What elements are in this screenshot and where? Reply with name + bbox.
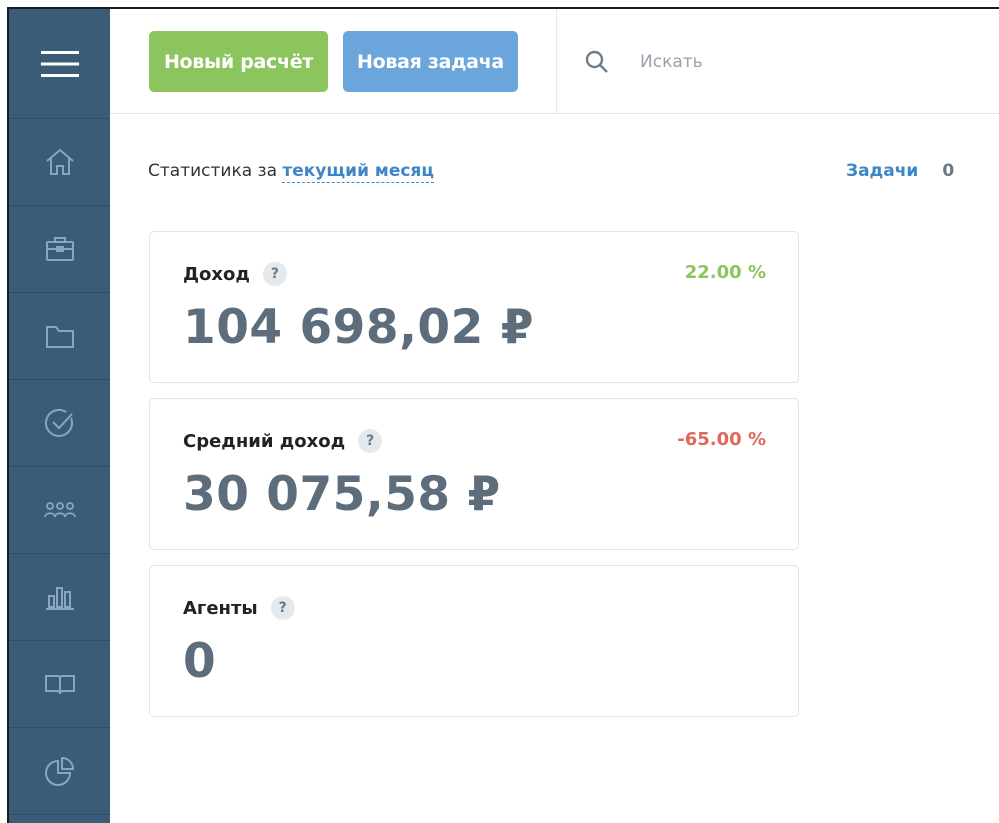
sidebar-item-analytics[interactable]	[9, 728, 110, 815]
tasks-link[interactable]: Задачи	[846, 161, 918, 181]
agents-value: 0	[183, 634, 217, 689]
app-window: Новый расчёт Новая задача Статистика за …	[7, 7, 999, 823]
help-icon[interactable]: ?	[270, 596, 295, 620]
sidebar-menu-button[interactable]	[9, 9, 110, 119]
sidebar-item-library[interactable]	[9, 641, 110, 728]
average-income-card: Средний доход ? -65.00 % 30 075,58 ₽	[149, 398, 799, 550]
sidebar	[9, 9, 110, 823]
dashboard-content: Статистика за текущий месяц Задачи 0 Дох…	[110, 114, 999, 823]
search-input[interactable]	[638, 51, 942, 73]
card-title-text: Средний доход	[183, 430, 346, 452]
stats-period-heading: Статистика за текущий месяц	[148, 161, 434, 183]
sidebar-item-tasks[interactable]	[9, 380, 110, 467]
card-title-text: Агенты	[183, 597, 258, 619]
top-bar: Новый расчёт Новая задача	[110, 9, 999, 114]
briefcase-icon	[45, 237, 74, 261]
stats-prefix: Статистика за	[148, 161, 283, 181]
new-calculation-button[interactable]: Новый расчёт	[149, 31, 328, 92]
sidebar-item-reports[interactable]	[9, 554, 110, 641]
pie-chart-icon	[44, 756, 74, 786]
sidebar-item-folder[interactable]	[9, 293, 110, 380]
sidebar-item-home[interactable]	[9, 119, 110, 206]
average-income-change-percent: -65.00 %	[677, 429, 766, 450]
income-card: Доход ? 22.00 % 104 698,02 ₽	[149, 231, 799, 383]
help-icon[interactable]: ?	[358, 429, 383, 453]
search-icon	[585, 50, 608, 73]
card-title-text: Доход	[183, 263, 250, 285]
people-icon	[43, 502, 76, 518]
sidebar-item-agents[interactable]	[9, 467, 110, 554]
new-task-button[interactable]: Новая задача	[343, 31, 518, 92]
toolbar-divider	[556, 9, 557, 114]
period-selector-link[interactable]: текущий месяц	[282, 161, 434, 183]
income-change-percent: 22.00 %	[684, 262, 766, 283]
search-box	[584, 45, 984, 79]
home-icon	[45, 148, 74, 175]
bar-chart-icon	[45, 587, 74, 610]
book-icon	[44, 675, 75, 695]
income-value: 104 698,02 ₽	[183, 300, 534, 355]
folder-icon	[45, 326, 74, 348]
hamburger-icon	[40, 50, 79, 77]
tasks-count: 0	[942, 161, 955, 181]
average-income-value: 30 075,58 ₽	[183, 467, 501, 522]
check-circle-icon	[44, 409, 73, 437]
tasks-counter: Задачи 0	[846, 161, 954, 181]
income-title: Доход ?	[183, 262, 287, 286]
average-income-title: Средний доход ?	[183, 429, 383, 453]
sidebar-item-briefcase[interactable]	[9, 206, 110, 293]
agents-card: Агенты ? 0	[149, 565, 799, 717]
agents-title: Агенты ?	[183, 596, 295, 620]
help-icon[interactable]: ?	[262, 262, 287, 286]
